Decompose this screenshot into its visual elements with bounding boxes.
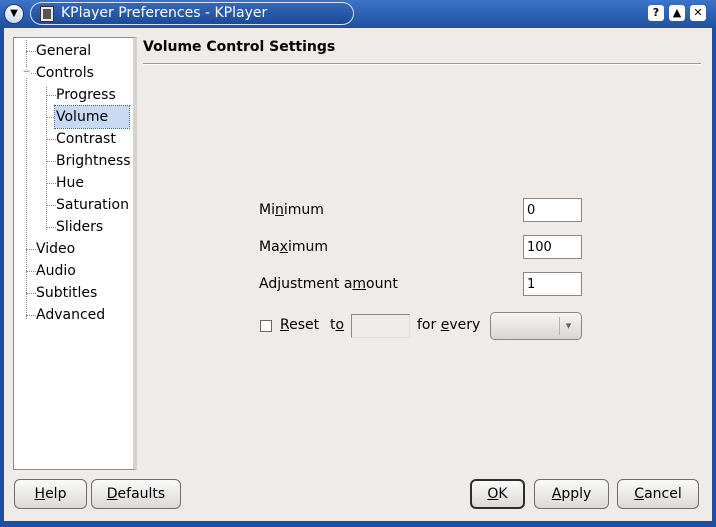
tree-line: [46, 87, 47, 230]
apply-button[interactable]: Apply: [534, 479, 609, 509]
tree-item-subtitles[interactable]: Subtitles: [36, 282, 97, 304]
adjustment-amount-field[interactable]: [523, 272, 582, 296]
context-help-button[interactable]: ?: [648, 5, 664, 21]
maximum-field[interactable]: [523, 235, 582, 259]
preferences-window: ▼ KPlayer Preferences - KPlayer ? ▲ ✕ − …: [0, 0, 716, 527]
tree-item-volume[interactable]: Volume: [54, 105, 130, 129]
window-title: KPlayer Preferences - KPlayer: [61, 5, 268, 21]
kplayer-app-icon: [40, 6, 54, 22]
tree-item-progress[interactable]: Progress: [56, 84, 116, 106]
tree-line: [26, 249, 36, 250]
reset-interval-dropdown[interactable]: ▾: [490, 312, 582, 340]
reset-label[interactable]: Reset: [280, 317, 319, 333]
cancel-button[interactable]: Cancel: [617, 479, 699, 509]
tree-line: [26, 40, 27, 319]
tree-item-advanced[interactable]: Advanced: [36, 304, 105, 326]
tree-line: [26, 315, 36, 316]
tree-item-general[interactable]: General: [36, 40, 91, 62]
tree-item-controls[interactable]: Controls: [36, 62, 94, 84]
page-title: Volume Control Settings: [143, 39, 336, 55]
reset-to-label: to: [330, 317, 345, 333]
tree-item-contrast[interactable]: Contrast: [56, 128, 116, 150]
settings-tree[interactable]: − General Controls Progress Volume Contr…: [13, 37, 137, 470]
title-bar[interactable]: ▼ KPlayer Preferences - KPlayer ? ▲ ✕: [0, 0, 716, 28]
defaults-button[interactable]: Defaults: [91, 479, 181, 509]
tree-line: [46, 183, 56, 184]
help-button[interactable]: Help: [14, 479, 87, 509]
for-every-label: for every: [417, 317, 481, 333]
tree-line: [26, 51, 36, 52]
chevron-down-icon: ▼: [10, 8, 18, 19]
maximum-label: Maximum: [259, 239, 329, 255]
tree-line: [46, 161, 56, 162]
minimum-label: Minimum: [259, 202, 324, 218]
dialog-body: − General Controls Progress Volume Contr…: [4, 28, 712, 521]
tree-item-sliders[interactable]: Sliders: [56, 216, 103, 238]
tree-item-hue[interactable]: Hue: [56, 172, 84, 194]
shade-button[interactable]: ▲: [669, 5, 685, 21]
window-menu-button[interactable]: ▼: [4, 4, 24, 24]
tree-item-brightness[interactable]: Brightness: [56, 150, 131, 172]
close-button[interactable]: ✕: [690, 5, 706, 21]
tree-item-saturation[interactable]: Saturation: [56, 194, 129, 216]
reset-to-field[interactable]: [351, 314, 410, 338]
tree-line: [46, 139, 56, 140]
tree-line: [26, 293, 36, 294]
window-title-pill: KPlayer Preferences - KPlayer: [30, 2, 354, 25]
tree-line: [46, 227, 56, 228]
collapse-icon[interactable]: −: [22, 68, 31, 77]
minimum-field[interactable]: [523, 198, 582, 222]
chevron-down-icon[interactable]: ▾: [559, 317, 577, 335]
tree-line: [46, 205, 56, 206]
title-divider: [143, 63, 701, 65]
tree-item-video[interactable]: Video: [36, 238, 75, 260]
tree-item-audio[interactable]: Audio: [36, 260, 76, 282]
reset-checkbox[interactable]: [260, 320, 272, 332]
ok-button[interactable]: OK: [470, 479, 525, 509]
tree-line: [46, 95, 56, 96]
adjustment-amount-label: Adjustment amount: [259, 276, 398, 292]
tree-line: [26, 271, 36, 272]
